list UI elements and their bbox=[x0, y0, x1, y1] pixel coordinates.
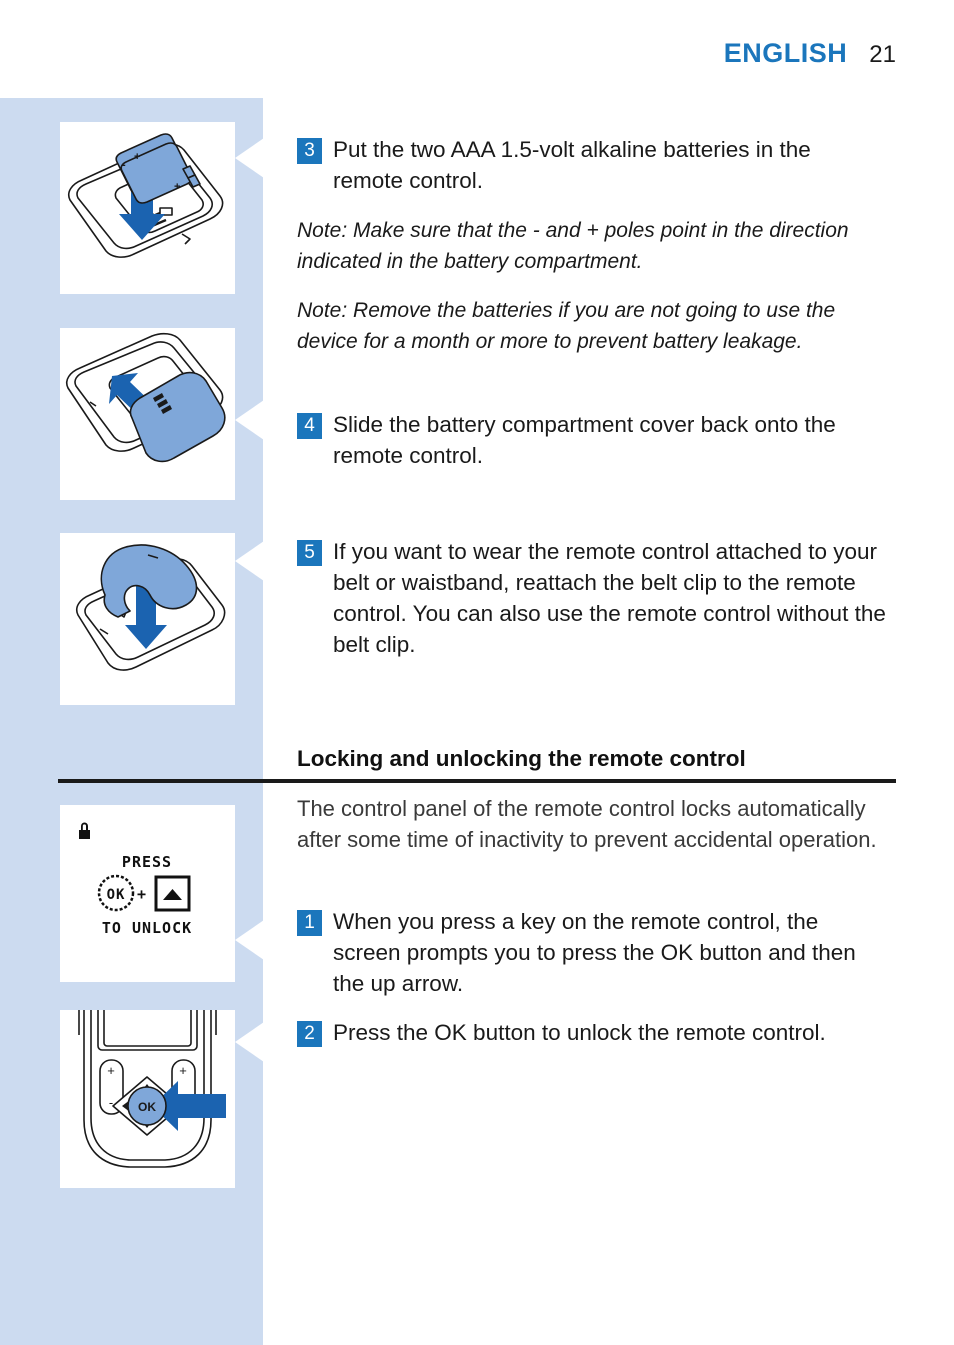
lock-step-1-number: 1 bbox=[297, 910, 322, 936]
step-3-text: Put the two AAA 1.5-volt alkaline batter… bbox=[333, 137, 811, 193]
page-number: 21 bbox=[869, 41, 896, 68]
section-divider bbox=[58, 779, 896, 783]
ok-button-label: OK bbox=[138, 1100, 156, 1114]
lock-step-1: 1 When you press a key on the remote con… bbox=[297, 906, 889, 999]
lock-step-1-text: When you press a key on the remote contr… bbox=[333, 909, 856, 996]
lcd-ok-key: OK bbox=[97, 874, 135, 912]
lock-step-2-number: 2 bbox=[297, 1021, 322, 1047]
figure-insert-batteries-art: - + + bbox=[67, 133, 224, 258]
step-4-number: 4 bbox=[297, 413, 322, 439]
figure-insert-batteries: - + + bbox=[60, 122, 235, 294]
figure-press-ok-button: + - + - OK bbox=[60, 1010, 235, 1188]
section-heading: Locking and unlocking the remote control bbox=[297, 746, 746, 771]
left-minus-key-label: - bbox=[109, 1095, 113, 1110]
step-5: 5 If you want to wear the remote control… bbox=[297, 536, 889, 660]
lcd-line-to-unlock: TO UNLOCK bbox=[102, 919, 192, 937]
battery-minus-pole: - bbox=[122, 159, 126, 171]
step-5-number: 5 bbox=[297, 540, 322, 566]
step-4: 4 Slide the battery compartment cover ba… bbox=[297, 409, 867, 471]
note-remove-batteries: Note: Remove the batteries if you are no… bbox=[297, 299, 836, 353]
figure-press-ok-button-art: + - + - OK bbox=[78, 1010, 226, 1168]
step-4-text: Slide the battery compartment cover back… bbox=[333, 412, 836, 468]
language-label: ENGLISH bbox=[723, 38, 848, 68]
figure-slide-cover-art bbox=[65, 332, 226, 463]
ok-button[interactable]: OK bbox=[127, 1086, 167, 1126]
left-plus-key-label: + bbox=[107, 1063, 115, 1078]
step-3: 3 Put the two AAA 1.5-volt alkaline batt… bbox=[297, 134, 887, 196]
battery-plus-pole: + bbox=[134, 151, 140, 163]
step-5-text: If you want to wear the remote control a… bbox=[333, 539, 886, 657]
lock-step-2-text: Press the OK button to unlock the remote… bbox=[333, 1020, 826, 1045]
figure-attach-belt-clip bbox=[60, 533, 235, 705]
figure-lcd-locked-screen: PRESS OK + TO UNLOCK bbox=[60, 805, 235, 982]
lock-step-2: 2 Press the OK button to unlock the remo… bbox=[297, 1017, 867, 1048]
lcd-up-arrow-key bbox=[154, 875, 191, 912]
figure-slide-cover bbox=[60, 328, 235, 500]
lcd-ok-label: OK bbox=[107, 887, 126, 903]
lcd-line-press: PRESS bbox=[122, 853, 172, 871]
step-3-number: 3 bbox=[297, 138, 322, 164]
figure-lcd-locked-screen-art: PRESS OK + TO UNLOCK bbox=[79, 822, 192, 937]
right-plus-key-label: + bbox=[179, 1063, 187, 1078]
figure-attach-belt-clip-art bbox=[75, 544, 226, 671]
section-intro-paragraph: The control panel of the remote control … bbox=[297, 796, 877, 852]
note-battery-poles: Note: Make sure that the - and + poles p… bbox=[297, 219, 849, 273]
battery-plus-pole-2: + bbox=[174, 181, 180, 193]
lock-icon bbox=[79, 822, 90, 839]
page-header: ENGLISH 21 bbox=[724, 38, 896, 69]
lcd-plus-symbol: + bbox=[137, 885, 147, 903]
